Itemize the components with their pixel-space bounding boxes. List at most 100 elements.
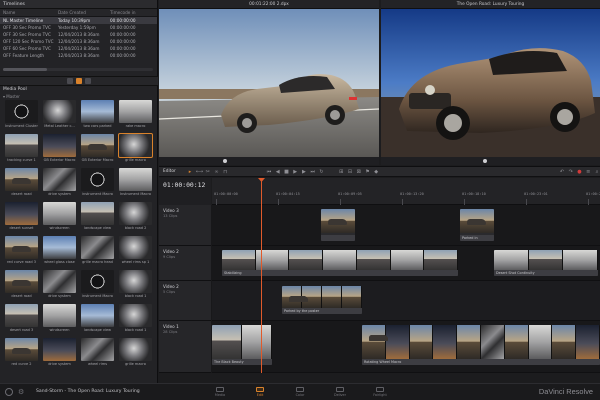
media-pool-clip[interactable]: windscreen [43,304,76,333]
go-to-start-icon[interactable]: ⏮ [266,169,272,175]
media-pool-clip[interactable]: grille macro [118,133,153,163]
media-pool-clip[interactable]: tracking curve 1 [5,134,38,163]
media-pool-clip[interactable]: desert road [5,270,38,299]
gear-icon[interactable]: ⚙ [18,388,24,396]
marker-icon[interactable]: ◆ [373,169,379,175]
track-header-video-2a[interactable]: Video 2 9 Clips [159,246,211,281]
insert-clip-icon[interactable]: ⊞ [338,169,344,175]
undo-icon[interactable]: ↶ [559,169,565,175]
media-pool-clip[interactable]: wheel rims [81,338,114,367]
media-pool-clip[interactable]: landscape view [81,304,114,333]
timeline-scrubber-knob[interactable] [483,159,487,163]
media-pool-clip[interactable]: desert road [5,168,38,197]
stop-icon[interactable]: ■ [284,169,290,175]
zoom-icon[interactable]: ⌕ [594,169,600,175]
play-icon[interactable]: ▶ [292,169,298,175]
lane-video-2b[interactable]: Parked by the poster [212,281,600,321]
timeline-list-row[interactable]: OFF Feature Length 12/04/2013 8:36am 00:00… [0,52,157,59]
timeline-list-row[interactable]: OFF 30 Sec Promo TVC 12/04/2013 8:36am 00:… [0,31,157,38]
media-pool-clip[interactable]: two cars parked [81,100,114,129]
media-pool-clip[interactable]: rake macro [119,100,152,129]
home-icon[interactable] [5,388,13,396]
media-pool-clip[interactable]: windscreen [43,202,76,231]
media-pool-clip[interactable]: wheel glass close [43,236,76,265]
timeline-clip[interactable]: The Black Beauty [212,325,272,365]
page-tab-color[interactable]: Color [280,384,320,400]
flag-icon[interactable]: ⚑ [365,169,371,175]
timeline-ruler[interactable]: 01:00:00:00 01:00:04:15 01:00:09:05 01:00:1… [212,178,600,205]
media-pool-clip[interactable]: grille macro head [81,236,114,265]
media-pool-clip[interactable]: red curve road 3 [5,236,38,265]
page-tab-edit[interactable]: Edit [240,384,280,400]
media-pool-clip[interactable]: Metal Leather c... [43,100,76,129]
media-pool-clip[interactable]: black road 1 [119,304,152,333]
track-header-video-1[interactable]: Video 1 28 Clips [159,321,211,373]
timeline-scrubber[interactable] [381,157,600,165]
timeline-clip[interactable]: Parked by the poster [282,286,362,314]
column-date-created[interactable]: Date Created [58,10,110,15]
source-scrubber[interactable] [159,157,379,165]
lane-video-2a[interactable]: Stabilizing Desert Shot Continuity [212,246,600,281]
redo-icon[interactable]: ↷ [568,169,574,175]
sort-icon[interactable] [85,78,91,84]
go-to-end-icon[interactable]: ⏭ [310,169,316,175]
overwrite-clip-icon[interactable]: ⊟ [347,169,353,175]
record-icon[interactable]: ● [577,169,583,175]
media-pool-clip[interactable]: Instrument Macro [119,168,152,197]
replace-clip-icon[interactable]: ⊠ [356,169,362,175]
source-scrubber-knob[interactable] [223,159,227,163]
timelines-scrollbar[interactable] [3,68,153,71]
link-icon[interactable]: ∞ [214,169,220,175]
timeline-clip[interactable]: Stabilizing [222,250,458,276]
media-pool-clip[interactable]: drive system [43,168,76,197]
audio-meter-icon[interactable]: ≡ [585,169,591,175]
timeline-clip[interactable]: Rotating Wheel Macro [362,325,600,365]
toolbar-label[interactable]: Editor [163,169,184,174]
page-tab-deliver[interactable]: Deliver [320,384,360,400]
timeline-viewer[interactable]: The Open Road: Luxury Touring [381,0,600,165]
media-pool-clip[interactable]: desert sunset [5,202,38,231]
snap-icon[interactable]: ⊓ [222,169,228,175]
media-pool-clip[interactable]: Instrument Cluster [5,100,38,129]
media-pool-clip[interactable]: grille macro [119,338,152,367]
track-header-video-2b[interactable]: Video 2 5 Clips [159,281,211,321]
blade-tool-icon[interactable]: ✂ [205,169,211,175]
playhead[interactable] [261,178,262,373]
track-header-video-3[interactable]: Video 3 13 Clips [159,205,211,246]
page-tab-fairlight[interactable]: Fairlight [360,384,400,400]
selection-tool-icon[interactable]: ▸ [187,169,193,175]
media-pool-clip[interactable]: black road 1 [119,270,152,299]
list-view-icon[interactable] [67,78,73,84]
timeline-list-row[interactable]: OFF 120 Sec Promo TVC 12/04/2013 8:36am 00… [0,38,157,45]
media-pool-clip[interactable]: desert road 3 [5,304,38,333]
media-pool-clip[interactable]: GB Exterior Macro [43,134,76,163]
media-pool-clip[interactable]: instrument Macro [81,270,114,299]
trim-tool-icon[interactable]: ⟷ [196,169,203,175]
lane-video-3[interactable]: Parked in [212,205,600,246]
media-pool-clip[interactable]: drive system [43,338,76,367]
timeline-list-row[interactable]: OFF 60 Sec Promo TVC 12/04/2013 8:36am 00:… [0,45,157,52]
page-tab-media[interactable]: Media [200,384,240,400]
media-pool-clip[interactable]: black road 2 [119,202,152,231]
timeline-clip[interactable] [321,209,355,241]
timeline-clip[interactable]: Desert Shot Continuity [494,250,598,276]
lane-video-1[interactable]: The Black Beauty Rotating Wheel Macro [212,321,600,373]
media-pool-clip[interactable]: drive system [43,270,76,299]
source-viewer[interactable]: 00:01:22:00 2.dpx [159,0,379,165]
timeline-list-row[interactable]: OFF 30 Sec Promo TVC Yesterday 1:59pm 00:0… [0,24,157,31]
thumbnail-view-icon[interactable] [76,78,82,84]
step-forward-icon[interactable]: ▶ [301,169,307,175]
timeline-list-row[interactable]: NL Master Timeline Today 10:39pm 00:00:00:… [0,17,157,24]
step-back-icon[interactable]: ◀ [275,169,281,175]
column-timecode-in[interactable]: Timecode in [110,10,154,15]
media-pool-clip[interactable]: wheel rims sp 1 [119,236,152,265]
media-pool-clip[interactable]: red curve 2 [5,338,38,367]
media-pool-clip[interactable]: landscape view [81,202,114,231]
timeline-clip[interactable]: Parked in [460,209,494,241]
column-name[interactable]: Name [0,10,58,15]
media-pool-bin[interactable]: ▾ Master [0,93,158,99]
media-pool-clip[interactable]: instrument Macro [81,168,114,197]
loop-icon[interactable]: ↻ [319,169,325,175]
media-pool-clip[interactable]: GB Exterior Macro [81,134,114,163]
scrollbar-thumb[interactable] [3,68,47,71]
